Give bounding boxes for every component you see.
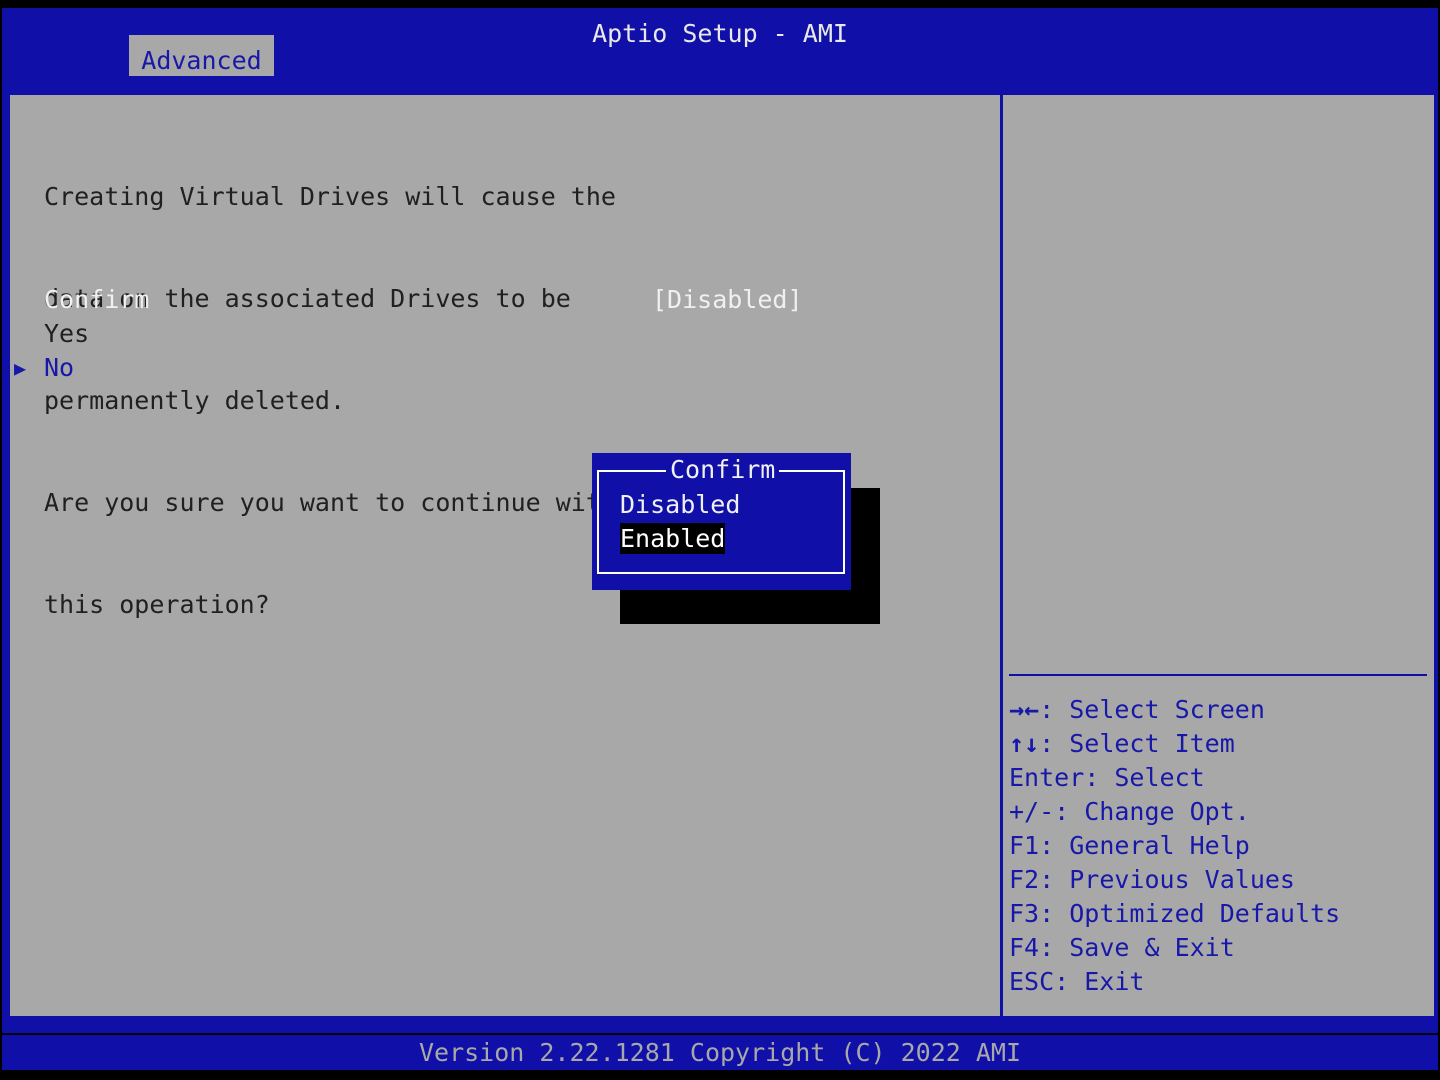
help-key: ESC (1009, 967, 1055, 996)
help-key: F1 (1009, 831, 1040, 860)
help-item: →←: Select Screen (1009, 695, 1265, 724)
version-text: Version 2.22.1281 Copyright (C) 2022 AMI (418, 1038, 1022, 1067)
help-item: ESC: Exit (1009, 967, 1145, 996)
popup-option-enabled[interactable]: Enabled (620, 523, 726, 554)
no-option[interactable]: No (44, 351, 74, 385)
frame-left-border (8, 93, 10, 1018)
help-item: Enter: Select (1009, 763, 1205, 792)
popup-title: Confirm (666, 453, 780, 487)
frame-top-border (8, 93, 1436, 95)
description-line: permanently deleted. (44, 386, 346, 415)
help-key-select-screen-icon: →← (1009, 695, 1040, 724)
confirm-setting-label[interactable]: Confirm (44, 283, 149, 317)
help-key: F3 (1009, 899, 1040, 928)
tab-advanced[interactable]: Advanced (129, 35, 274, 76)
help-item: F4: Save & Exit (1009, 933, 1235, 962)
help-item: +/-: Change Opt. (1009, 797, 1250, 826)
confirm-setting-value[interactable]: [Disabled] (652, 283, 803, 317)
help-divider (1009, 674, 1427, 676)
description-line: Creating Virtual Drives will cause the (44, 182, 616, 211)
key-help-list: →←: Select Screen ↑↓: Select Item Enter:… (1009, 693, 1340, 999)
help-key-select-item-icon: ↑↓ (1009, 729, 1040, 758)
yes-option[interactable]: Yes (44, 317, 89, 351)
popup-option-disabled[interactable]: Disabled (620, 488, 740, 522)
help-item: F3: Optimized Defaults (1009, 899, 1341, 928)
help-item: F2: Previous Values (1009, 865, 1295, 894)
help-key: Enter (1009, 763, 1085, 792)
submenu-pointer-icon: ▶ (14, 356, 27, 380)
footer-bar: Version 2.22.1281 Copyright (C) 2022 AMI (2, 1035, 1438, 1070)
help-key: F4 (1009, 933, 1040, 962)
description-line: Are you sure you want to continue with (44, 488, 616, 517)
panel-divider (1000, 94, 1003, 1018)
description-line: this operation? (44, 590, 270, 619)
warning-description: Creating Virtual Drives will cause the d… (44, 112, 616, 656)
help-item: F1: General Help (1009, 831, 1250, 860)
help-key: +/- (1009, 797, 1055, 826)
help-item: ↑↓: Select Item (1009, 729, 1235, 758)
frame-bottom-border (8, 1016, 1436, 1018)
frame-right-border (1434, 93, 1436, 1018)
help-key: F2 (1009, 865, 1040, 894)
